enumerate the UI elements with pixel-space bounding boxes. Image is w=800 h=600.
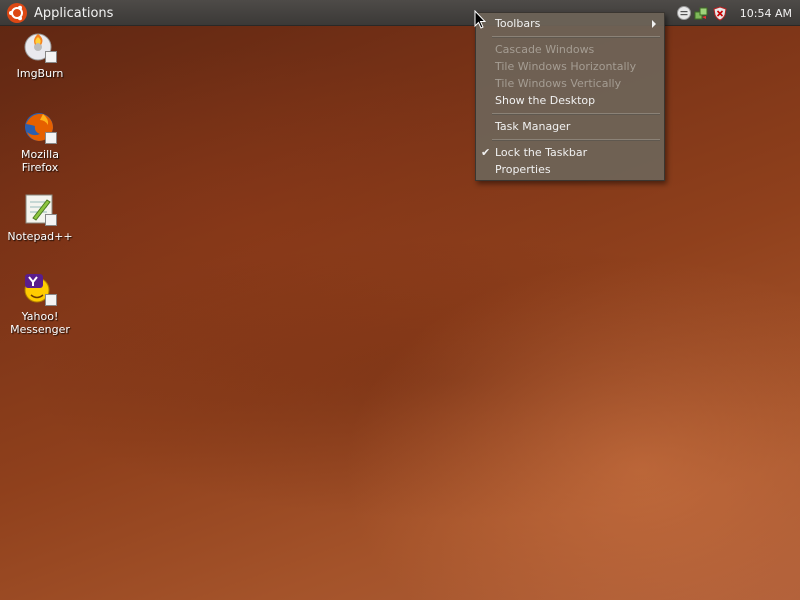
menu-item-show-desktop[interactable]: Show the Desktop: [476, 92, 664, 109]
mouse-cursor-icon: [474, 10, 486, 29]
menu-item-label: Cascade Windows: [495, 43, 595, 56]
menu-separator: [492, 36, 660, 38]
system-tray: 10:54 AM: [676, 0, 800, 26]
menu-item-toolbars[interactable]: Toolbars: [476, 15, 664, 32]
menu-item-cascade-windows[interactable]: Cascade Windows: [476, 41, 664, 58]
menu-item-task-manager[interactable]: Task Manager: [476, 118, 664, 135]
menu-item-properties[interactable]: Properties: [476, 161, 664, 178]
menu-item-label: Show the Desktop: [495, 94, 596, 107]
ubuntu-logo-icon: [7, 3, 27, 23]
shortcut-arrow-icon: [45, 51, 57, 63]
menu-item-tile-vertically[interactable]: Tile Windows Vertically: [476, 75, 664, 92]
yahoo-messenger-icon: [23, 272, 57, 306]
desktop-icon-label: ImgBurn: [16, 67, 64, 80]
shortcut-arrow-icon: [45, 132, 57, 144]
menu-item-lock-taskbar[interactable]: ✔ Lock the Taskbar: [476, 144, 664, 161]
notepad-plus-plus-icon: [23, 192, 57, 226]
menu-item-label: Tile Windows Horizontally: [495, 60, 637, 73]
imgburn-icon: [23, 29, 57, 63]
shortcut-arrow-icon: [45, 214, 57, 226]
chat-status-icon[interactable]: [676, 5, 692, 21]
firefox-icon: [23, 110, 57, 144]
menu-item-label: Properties: [495, 163, 551, 176]
desktop-icon-imgburn[interactable]: ImgBurn: [0, 29, 80, 80]
taskbar-context-menu: Toolbars Cascade Windows Tile Windows Ho…: [475, 12, 665, 181]
menu-item-label: Lock the Taskbar: [495, 146, 588, 159]
applications-label: Applications: [34, 5, 114, 21]
top-panel: Applications 10:54 AM: [0, 0, 800, 26]
security-shield-icon[interactable]: [712, 5, 728, 21]
menu-separator: [492, 113, 660, 115]
submenu-arrow-icon: [652, 20, 656, 28]
desktop-icon-notepad-plus-plus[interactable]: Notepad++: [0, 192, 80, 243]
clock[interactable]: 10:54 AM: [740, 7, 792, 20]
menu-item-label: Tile Windows Vertically: [495, 77, 622, 90]
checkmark-icon: ✔: [481, 146, 491, 159]
menu-item-label: Task Manager: [495, 120, 571, 133]
menu-item-tile-horizontally[interactable]: Tile Windows Horizontally: [476, 58, 664, 75]
network-update-icon[interactable]: [694, 5, 710, 21]
menu-item-label: Toolbars: [495, 17, 541, 30]
menu-separator: [492, 139, 660, 141]
desktop-icon-label: Yahoo! Messenger: [10, 310, 70, 336]
applications-menu-button[interactable]: Applications: [6, 2, 113, 24]
desktop-icon-firefox[interactable]: Mozilla Firefox: [0, 110, 80, 174]
desktop-icon-label: Mozilla Firefox: [21, 148, 59, 174]
desktop-icon-yahoo-messenger[interactable]: Yahoo! Messenger: [0, 272, 80, 336]
desktop-icon-label: Notepad++: [7, 230, 73, 243]
shortcut-arrow-icon: [45, 294, 57, 306]
